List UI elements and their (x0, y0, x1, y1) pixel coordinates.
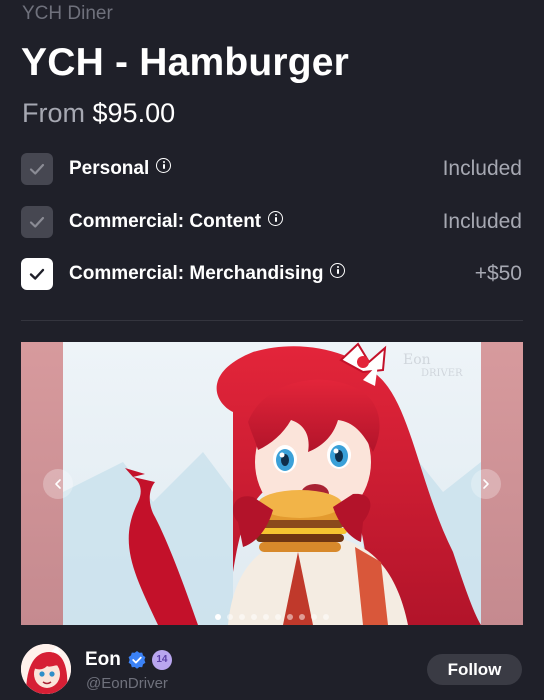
follow-button[interactable]: Follow (427, 654, 522, 685)
gallery-dot[interactable] (251, 614, 257, 620)
chevron-right-icon (483, 479, 489, 489)
gallery-dot[interactable] (263, 614, 269, 620)
gallery-dot[interactable] (215, 614, 221, 620)
license-option-commercial-content[interactable]: Commercial: Content Included (0, 206, 544, 240)
gallery-dot[interactable] (311, 614, 317, 620)
gallery-prev-button[interactable] (43, 469, 73, 499)
verified-check-icon (128, 651, 146, 669)
license-label-text: Personal (69, 158, 150, 179)
avatar-image (21, 644, 71, 694)
check-icon (29, 216, 45, 228)
license-status: +$50 (474, 262, 522, 285)
check-icon (29, 268, 45, 280)
price-line: From $95.00 (22, 97, 175, 129)
svg-text:DRIVER: DRIVER (421, 368, 463, 379)
check-icon (29, 163, 45, 175)
product-title: YCH - Hamburger (21, 41, 350, 84)
artist-name[interactable]: Eon 14 (85, 649, 172, 671)
license-label: Personal (69, 157, 172, 181)
gallery-dot[interactable] (275, 614, 281, 620)
artwork-image[interactable]: Eon DRIVER (63, 342, 481, 625)
gallery-dot[interactable] (227, 614, 233, 620)
artist-handle[interactable]: @EonDriver (86, 675, 168, 693)
gallery-dot[interactable] (323, 614, 329, 620)
license-checkbox-commercial-content (21, 206, 53, 238)
artist-name-text: Eon (85, 649, 121, 670)
license-checkbox-personal (21, 153, 53, 185)
license-status: Included (442, 157, 522, 180)
svg-text:Eon: Eon (403, 352, 431, 368)
license-checkbox-commercial-merchandising[interactable] (21, 258, 53, 290)
price-value: $95.00 (92, 98, 176, 128)
license-option-commercial-merchandising[interactable]: Commercial: Merchandising +$50 (0, 258, 544, 292)
gallery-next-button[interactable] (471, 469, 501, 499)
info-icon[interactable] (268, 211, 284, 226)
gallery-dot[interactable] (299, 614, 305, 620)
artwork-gallery[interactable]: Eon DRIVER (21, 342, 523, 625)
gallery-dot[interactable] (287, 614, 293, 620)
license-label-text: Commercial: Content (69, 211, 262, 232)
license-label-text: Commercial: Merchandising (69, 263, 324, 284)
license-option-personal[interactable]: Personal Included (0, 153, 544, 187)
level-badge: 14 (151, 650, 172, 670)
divider (21, 320, 523, 321)
avatar[interactable] (21, 644, 71, 694)
artist-row: Eon 14 @EonDriver Follow (0, 641, 544, 700)
info-icon[interactable] (330, 263, 346, 278)
license-label: Commercial: Merchandising (69, 262, 346, 286)
info-icon[interactable] (156, 158, 172, 173)
license-label: Commercial: Content (69, 210, 284, 234)
license-status: Included (442, 210, 522, 233)
price-prefix: From (22, 98, 85, 128)
shop-name[interactable]: YCH Diner (22, 2, 113, 26)
gallery-pagination (21, 614, 523, 620)
chevron-left-icon (55, 479, 61, 489)
gallery-dot[interactable] (239, 614, 245, 620)
